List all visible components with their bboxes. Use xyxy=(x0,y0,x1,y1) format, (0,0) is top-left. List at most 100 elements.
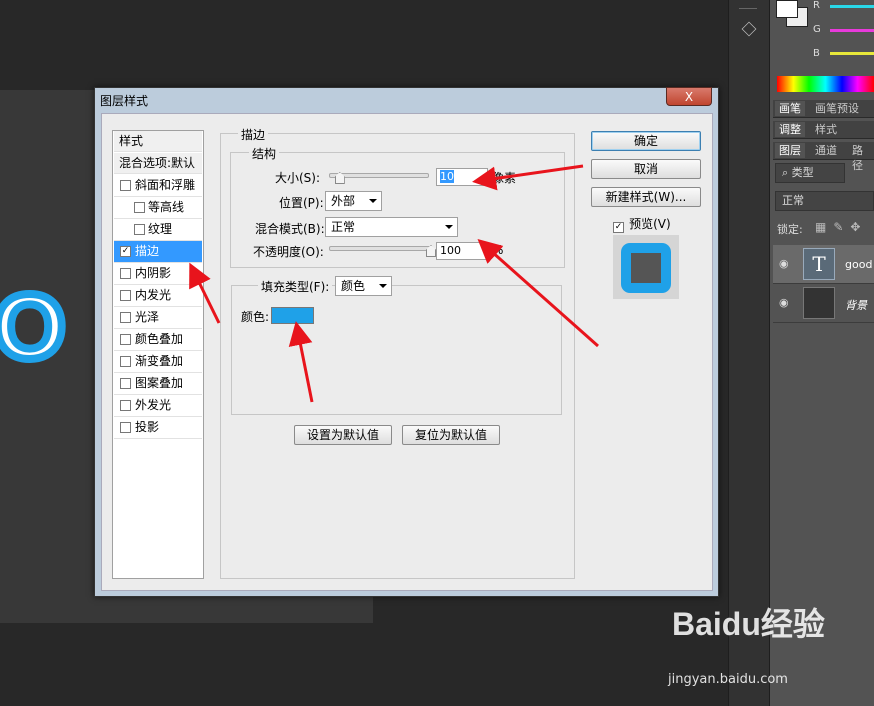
layer-name[interactable]: good xyxy=(845,258,872,271)
checkbox-icon[interactable] xyxy=(120,290,131,301)
preview-label: 预览(V) xyxy=(629,217,671,231)
style-item-label: 斜面和浮雕 xyxy=(135,178,196,192)
style-item-label: 外发光 xyxy=(135,398,172,412)
blend-mode-value: 正常 xyxy=(331,220,356,234)
tab-brush-presets[interactable]: 画笔预设 xyxy=(811,101,863,116)
blend-mode-label: 混合模式(B): xyxy=(255,222,325,236)
style-list-header[interactable]: 样式 xyxy=(114,131,202,152)
dialog-title: 图层样式 xyxy=(100,94,149,108)
opacity-label: 不透明度(O): xyxy=(253,245,324,259)
reset-default-button[interactable]: 复位为默认值 xyxy=(402,425,500,445)
baidu-logo: Baidu经验 xyxy=(672,606,825,642)
new-style-button[interactable]: 新建样式(W)... xyxy=(591,187,701,207)
tab-styles[interactable]: 样式 xyxy=(811,122,841,137)
checkbox-checked-icon[interactable]: ✓ xyxy=(120,246,131,257)
layer-row[interactable]: ◉ T good xyxy=(773,245,874,284)
style-item-11[interactable]: 外发光 xyxy=(114,395,202,417)
channel-r-slider[interactable] xyxy=(830,5,874,8)
preview-checkbox[interactable]: ✓ 预览(V) xyxy=(613,213,671,233)
style-item-4[interactable]: ✓ 描边 xyxy=(114,241,202,263)
search-icon: ⌕ xyxy=(782,166,792,179)
style-item-9[interactable]: 渐变叠加 xyxy=(114,351,202,373)
checkbox-icon[interactable] xyxy=(120,312,131,323)
style-item-label: 等高线 xyxy=(148,200,185,214)
opacity-slider[interactable] xyxy=(329,246,433,251)
layer-blend-mode[interactable]: 正常 xyxy=(775,191,874,211)
layer-name[interactable]: 背景 xyxy=(845,297,867,313)
style-item-label: 投影 xyxy=(135,420,160,434)
close-button[interactable]: X xyxy=(666,87,712,106)
layer-kind-filter[interactable]: ⌕ 类型 xyxy=(775,163,845,183)
chevron-down-icon xyxy=(445,225,453,229)
check-icon: ✓ xyxy=(613,222,624,233)
checkbox-icon[interactable] xyxy=(120,400,131,411)
checkbox-icon[interactable] xyxy=(134,224,145,235)
tab-layers[interactable]: 图层 xyxy=(775,143,805,158)
checkbox-icon[interactable] xyxy=(120,334,131,345)
text-layer-thumbnail: T xyxy=(803,248,835,280)
style-item-label: 颜色叠加 xyxy=(135,332,184,346)
fill-type-select[interactable]: 颜色 xyxy=(335,276,392,296)
style-item-label: 光泽 xyxy=(135,310,160,324)
position-select[interactable]: 外部 xyxy=(325,191,382,211)
opacity-unit: % xyxy=(492,243,504,257)
style-item-label: 图案叠加 xyxy=(135,376,184,390)
style-item-label: 描边 xyxy=(135,244,160,258)
style-item-2[interactable]: 等高线 xyxy=(114,197,202,219)
tab-brush[interactable]: 画笔 xyxy=(775,101,805,116)
tab-paths[interactable]: 路径 xyxy=(848,143,874,172)
tab-channels[interactable]: 通道 xyxy=(811,143,841,158)
style-item-label: 纹理 xyxy=(148,222,173,236)
style-item-3[interactable]: 纹理 xyxy=(114,219,202,241)
style-item-6[interactable]: 内发光 xyxy=(114,285,202,307)
stroke-color-swatch[interactable] xyxy=(271,307,314,324)
position-value: 外部 xyxy=(331,194,356,208)
panel-tabs-brush: 画笔 画笔预设 xyxy=(773,100,874,118)
color-spectrum[interactable] xyxy=(777,76,874,92)
channel-g-slider[interactable] xyxy=(830,29,874,32)
stroke-section-title: 描边 xyxy=(238,126,269,143)
style-item-10[interactable]: 图案叠加 xyxy=(114,373,202,395)
checkbox-icon[interactable] xyxy=(120,356,131,367)
checkbox-icon[interactable] xyxy=(120,422,131,433)
eye-icon[interactable]: ◉ xyxy=(779,257,789,270)
blend-options-item[interactable]: 混合选项:默认 xyxy=(114,153,202,174)
style-item-8[interactable]: 颜色叠加 xyxy=(114,329,202,351)
size-input[interactable]: 10 xyxy=(436,168,488,186)
eye-icon[interactable]: ◉ xyxy=(779,296,789,309)
preview-fill-shape xyxy=(631,253,661,283)
watermark-url: jingyan.baidu.com xyxy=(668,672,788,687)
style-item-7[interactable]: 光泽 xyxy=(114,307,202,329)
panel-tabs-layers: 图层 通道 路径 xyxy=(773,142,874,172)
ok-button[interactable]: 确定 xyxy=(591,131,701,151)
color-label: 颜色: xyxy=(241,310,270,324)
style-item-1[interactable]: 斜面和浮雕 xyxy=(114,175,202,197)
structure-title: 结构 xyxy=(249,145,280,162)
chevron-down-icon xyxy=(379,284,387,288)
opacity-input[interactable]: 100 xyxy=(436,242,488,260)
style-item-5[interactable]: 内阴影 xyxy=(114,263,202,285)
checkbox-icon[interactable] xyxy=(120,268,131,279)
style-item-12[interactable]: 投影 xyxy=(114,417,202,439)
style-item-label: 渐变叠加 xyxy=(135,354,184,368)
cube-icon[interactable] xyxy=(741,21,757,37)
checkbox-icon[interactable] xyxy=(134,202,145,213)
cancel-button[interactable]: 取消 xyxy=(591,159,701,179)
layer-row[interactable]: ◉ 背景 xyxy=(773,284,874,323)
channel-b-slider[interactable] xyxy=(830,52,874,55)
blend-mode-select[interactable]: 正常 xyxy=(325,217,458,237)
kind-filter-value: 类型 xyxy=(791,166,814,179)
checkbox-icon[interactable] xyxy=(120,378,131,389)
make-default-button[interactable]: 设置为默认值 xyxy=(294,425,392,445)
style-item-label: 内发光 xyxy=(135,288,172,302)
panel-toolstrip xyxy=(728,0,770,706)
style-list: 样式 混合选项:默认 斜面和浮雕等高线纹理 ✓ 描边内阴影内发光光泽颜色叠加渐变叠加… xyxy=(112,130,204,579)
panel-tabs-adjust: 调整 样式 xyxy=(773,121,874,139)
tab-adjustments[interactable]: 调整 xyxy=(775,122,805,137)
size-label: 大小(S): xyxy=(275,171,321,185)
canvas-text-layer: O xyxy=(0,276,70,378)
foreground-color-swatch[interactable] xyxy=(776,0,798,18)
lock-icons[interactable]: ▦✎✥ xyxy=(815,220,867,234)
size-unit: 像素 xyxy=(492,171,517,185)
checkbox-icon[interactable] xyxy=(120,180,131,191)
